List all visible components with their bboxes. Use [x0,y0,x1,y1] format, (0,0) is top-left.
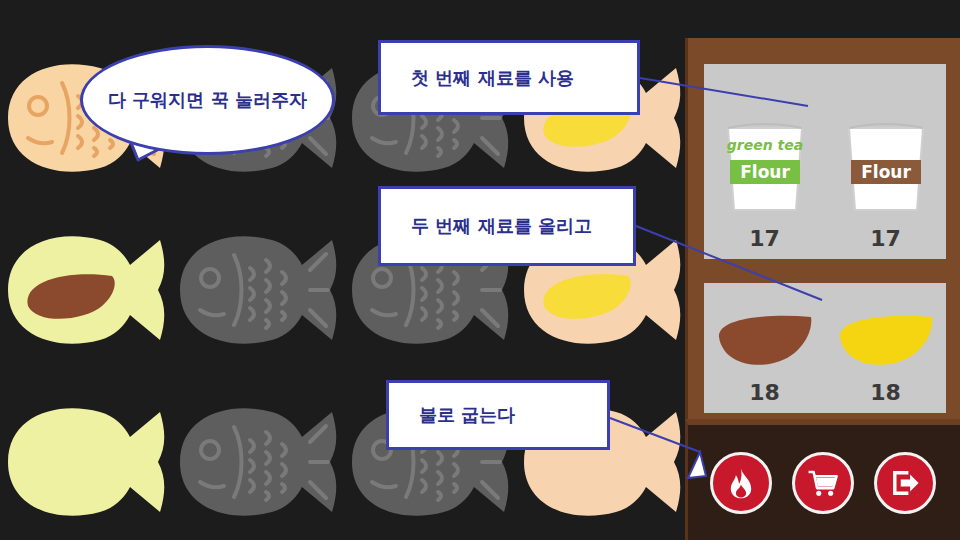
shop-button[interactable] [792,452,854,514]
game-screen: green teaFlour17Flour171818다 구워지면 꾹 눌러주자… [0,0,960,540]
ingredient-item[interactable]: green tea Flour 17 [704,120,825,251]
fish-icon[interactable] [0,392,170,532]
filling-icon[interactable] [715,309,815,369]
svg-text:green tea: green tea [726,137,802,153]
ingredient-item[interactable]: Flour 17 [825,120,946,251]
ingredient-item[interactable]: 18 [825,309,946,405]
svg-text:Flour: Flour [861,162,911,182]
filling-icon[interactable] [836,309,936,369]
ingredient-count: 17 [870,227,901,251]
fish-slot[interactable] [172,220,344,360]
flour-bag-icon[interactable]: green tea Flour [720,120,810,215]
bake-button[interactable] [710,452,772,514]
ingredient-panel: green teaFlour17Flour171818 [685,0,960,540]
tutorial-callout: 불로 굽는다 [386,380,610,450]
fish-icon[interactable] [0,220,170,360]
action-bar [685,419,960,540]
exit-button[interactable] [874,452,936,514]
fish-slot[interactable] [172,392,344,532]
fish-icon[interactable] [172,392,342,532]
speech-bubble: 다 구워지면 꾹 눌러주자 [80,45,335,155]
tutorial-callout: 두 번째 재료를 올리고 [378,186,636,266]
ingredient-count: 17 [749,227,780,251]
tutorial-callout: 첫 번째 재료를 사용 [378,40,640,115]
svg-text:Flour: Flour [740,162,790,182]
bubble-text: 다 구워지면 꾹 눌러주자 [108,88,307,112]
fire-icon [724,466,758,500]
exit-icon [888,466,922,500]
flour-bag-icon[interactable]: Flour [841,120,931,215]
ingredient-shelf: 1818 [704,283,946,413]
ingredient-shelf: green tea Flour 17 Flour 17 [704,64,946,259]
ingredient-count: 18 [870,381,901,405]
ingredient-count: 18 [749,381,780,405]
fish-icon[interactable] [172,220,342,360]
fish-slot[interactable] [0,392,172,532]
ingredient-item[interactable]: 18 [704,309,825,405]
cart-icon [806,466,840,500]
shelf-frame: green teaFlour17Flour171818 [685,38,960,419]
fish-slot[interactable] [0,220,172,360]
